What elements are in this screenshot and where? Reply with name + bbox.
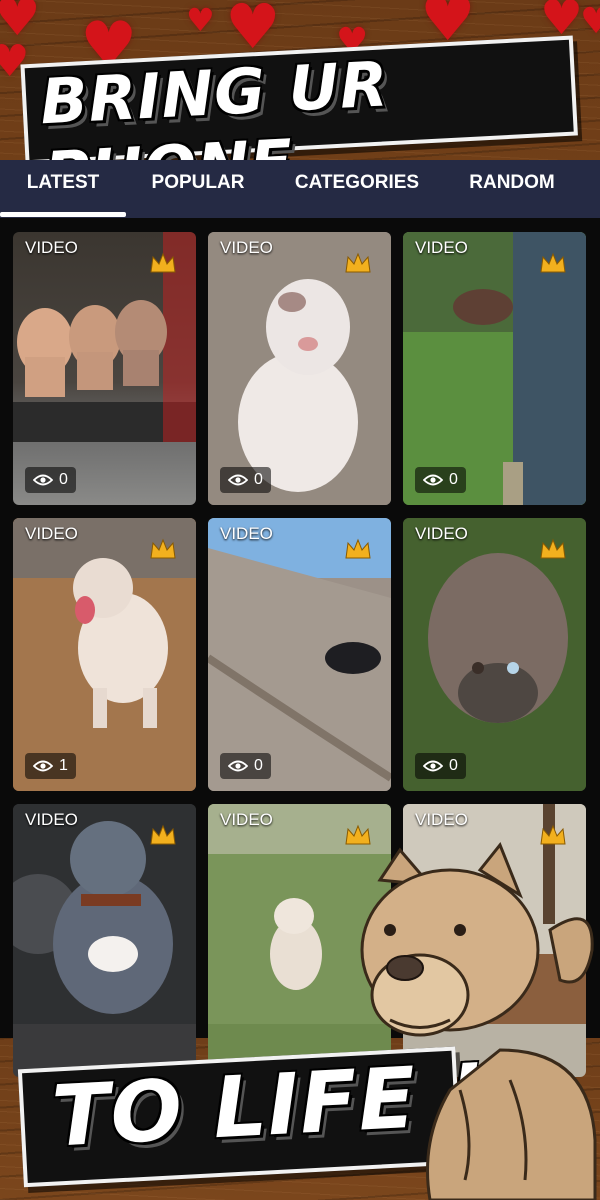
eye-icon	[228, 474, 248, 486]
view-count: 0	[415, 467, 466, 493]
view-count: 0	[25, 467, 76, 493]
tab-active-indicator	[0, 212, 126, 217]
video-card[interactable]: VIDEO 0	[13, 232, 196, 505]
mascot-dog-illustration	[360, 842, 597, 1200]
video-badge: VIDEO	[415, 524, 468, 543]
view-count-value: 0	[59, 471, 68, 488]
view-count: 0	[415, 753, 466, 779]
eye-icon	[33, 760, 53, 772]
view-count: 1	[25, 753, 76, 779]
eye-icon	[423, 474, 443, 486]
view-count: 0	[220, 753, 271, 779]
eye-icon	[423, 760, 443, 772]
crown-icon	[150, 824, 176, 845]
video-card[interactable]: VIDEO 0	[208, 518, 391, 791]
video-badge: VIDEO	[25, 524, 78, 543]
video-card[interactable]: VIDEO 0	[403, 232, 586, 505]
crown-icon	[345, 252, 371, 273]
eye-icon	[228, 760, 248, 772]
view-count-value: 0	[254, 471, 263, 488]
video-card[interactable]: VIDEO 0	[208, 232, 391, 505]
tab-categories[interactable]: CATEGORIES	[284, 160, 430, 218]
crown-icon	[540, 538, 566, 559]
heart-icon: ♥	[580, 1, 600, 42]
tab-random[interactable]: RANDOM	[456, 160, 568, 218]
video-badge: VIDEO	[220, 238, 273, 257]
video-card[interactable]: VIDEO 1	[13, 518, 196, 791]
crown-icon	[150, 538, 176, 559]
tab-bar: LATEST POPULAR CATEGORIES RANDOM	[0, 160, 600, 218]
view-count-value: 0	[254, 757, 263, 774]
video-badge: VIDEO	[220, 810, 273, 829]
video-badge: VIDEO	[25, 810, 78, 829]
heart-icon: ♥	[186, 1, 215, 39]
view-count-value: 0	[449, 757, 458, 774]
eye-icon	[33, 474, 53, 486]
view-count: 0	[220, 467, 271, 493]
video-badge: VIDEO	[25, 238, 78, 257]
video-card[interactable]: VIDEO 0	[403, 518, 586, 791]
video-card[interactable]: VIDEO	[13, 804, 196, 1077]
tab-popular[interactable]: POPULAR	[138, 160, 258, 218]
crown-icon	[540, 252, 566, 273]
view-count-value: 0	[449, 471, 458, 488]
tab-latest[interactable]: LATEST	[0, 160, 126, 218]
view-count-value: 1	[59, 757, 68, 774]
video-badge: VIDEO	[220, 524, 273, 543]
crown-icon	[345, 538, 371, 559]
video-badge: VIDEO	[415, 810, 468, 829]
video-badge: VIDEO	[415, 238, 468, 257]
crown-icon	[150, 252, 176, 273]
